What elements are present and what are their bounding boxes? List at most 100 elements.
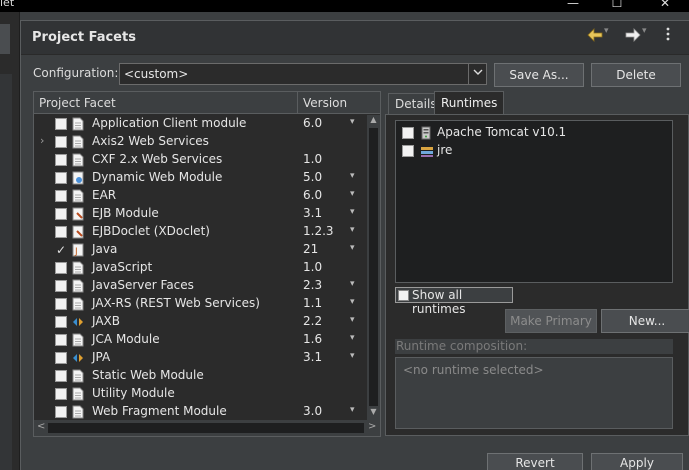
make-primary-button[interactable]: Make Primary [505,309,597,333]
arrow-left-icon[interactable] [587,28,603,46]
chevron-down-icon[interactable]: ▾ [350,333,355,343]
facet-checkbox[interactable] [55,352,67,364]
scroll-left-icon[interactable]: < [37,421,45,432]
facet-version[interactable]: 1.6 [303,332,322,346]
facet-version[interactable]: 1.0 [303,152,322,166]
table-row[interactable]: JavaServer Faces 2.3 ▾ [34,277,367,295]
close-window-button[interactable]: ✕ [650,0,680,10]
chevron-down-icon[interactable]: ▾ [350,243,355,253]
table-row[interactable]: Dynamic Web Module 5.0 ▾ [34,169,367,187]
show-all-runtimes-checkbox[interactable]: Show all runtimes [395,287,513,316]
facet-version[interactable]: 2.3 [303,278,322,292]
facet-checkbox[interactable] [55,118,67,130]
vertical-scrollbar[interactable]: ▲ ▼ [367,115,380,420]
chevron-down-icon[interactable]: ▾ [350,351,355,361]
facet-checkbox[interactable] [55,154,67,166]
chevron-down-icon[interactable]: ▾ [642,26,647,36]
facet-version[interactable]: 5.0 [303,170,322,184]
facet-checkbox[interactable] [55,280,67,292]
facet-checkbox[interactable] [55,172,67,184]
facet-version[interactable]: 21 [303,242,318,256]
scroll-right-icon[interactable]: > [368,421,376,432]
facet-version[interactable]: 3.1 [303,350,322,364]
scroll-thumb[interactable] [48,423,364,433]
facet-version[interactable]: 3.0 [303,404,322,418]
configuration-combo[interactable]: <custom> [119,63,487,85]
facet-version[interactable]: 1.0 [303,260,322,274]
scroll-up-icon[interactable]: ▲ [367,115,380,127]
facet-version[interactable]: 2.2 [303,314,322,328]
table-row[interactable]: ✓ J Java 21 ▾ [34,241,367,259]
runtime-checkbox[interactable] [402,127,414,139]
revert-button[interactable]: Revert [487,453,583,470]
column-header-facet[interactable]: Project Facet [39,96,116,110]
column-header-version[interactable]: Version [303,96,347,110]
facet-version[interactable]: 1.1 [303,296,322,310]
facet-checkbox[interactable] [55,262,67,274]
delete-label: Delete [616,68,656,82]
table-row[interactable]: Web Fragment Module 3.0 ▾ [34,403,367,419]
table-row[interactable]: Static Web Module [34,367,367,385]
facet-checkbox[interactable] [55,136,67,148]
facet-checkbox[interactable] [55,190,67,202]
list-item[interactable]: Apache Tomcat v10.1 [396,124,672,142]
table-row[interactable]: CXF 2.x Web Services 1.0 [34,151,367,169]
facet-checkbox[interactable] [55,316,67,328]
chevron-down-icon[interactable] [468,64,486,84]
table-row[interactable]: EJB Module 3.1 ▾ [34,205,367,223]
scroll-down-icon[interactable]: ▼ [367,407,380,419]
table-row[interactable]: JAXB 2.2 ▾ [34,313,367,331]
delete-button[interactable]: Delete [591,63,681,87]
facet-checkbox[interactable] [55,388,67,400]
tab-runtimes[interactable]: Runtimes [434,91,505,115]
minimize-button[interactable]: — [558,0,588,10]
scroll-thumb[interactable] [369,128,378,406]
chevron-right-icon[interactable]: › [40,134,44,147]
chevron-down-icon[interactable]: ▾ [350,207,355,217]
facet-checkbox[interactable]: ✓ [55,244,67,256]
facet-name: Java [92,242,118,256]
facet-version[interactable]: 6.0 [303,188,322,202]
chevron-down-icon[interactable]: ▾ [350,189,355,199]
save-as-button[interactable]: Save As... [494,63,584,87]
facet-version[interactable]: 6.0 [303,116,322,130]
sidebar-tab[interactable] [0,24,10,54]
facet-checkbox[interactable] [55,334,67,346]
facet-version[interactable]: 1.2.3 [303,224,334,238]
facet-checkbox[interactable] [55,406,67,418]
chevron-down-icon[interactable]: ▾ [350,297,355,307]
table-row[interactable]: Application Client module 6.0 ▾ [34,115,367,133]
apply-button[interactable]: Apply [591,453,683,470]
table-row[interactable]: JavaScript 1.0 [34,259,367,277]
facet-checkbox[interactable] [55,370,67,382]
chevron-down-icon[interactable]: ▾ [350,405,355,415]
table-row[interactable]: JCA Module 1.6 ▾ [34,331,367,349]
kebab-icon[interactable] [666,27,670,45]
chevron-down-icon[interactable]: ▾ [350,279,355,289]
horizontal-scrollbar[interactable]: < > [34,420,380,436]
facet-checkbox[interactable] [55,298,67,310]
runtime-checkbox[interactable] [402,145,414,157]
chevron-down-icon[interactable]: ▾ [350,315,355,325]
table-row[interactable]: EAR 6.0 ▾ [34,187,367,205]
column-separator[interactable] [297,92,298,114]
chevron-down-icon[interactable]: ▾ [350,225,355,235]
tab-details-label: Details [395,97,437,111]
facet-checkbox[interactable] [55,226,67,238]
checkbox-box[interactable] [398,290,409,301]
facet-checkbox[interactable] [55,208,67,220]
chevron-down-icon[interactable]: ▾ [604,26,609,36]
table-row[interactable]: JAX-RS (REST Web Services) 1.1 ▾ [34,295,367,313]
maximize-button[interactable]: ☐ [602,0,632,10]
list-item[interactable]: jre [396,142,672,160]
table-row[interactable]: JPA 3.1 ▾ [34,349,367,367]
new-runtime-button[interactable]: New... [601,309,689,333]
table-row[interactable]: › Axis2 Web Services [34,133,367,151]
chevron-down-icon[interactable]: ▾ [350,117,355,127]
facet-name: JPA [92,350,111,364]
table-row[interactable]: Utility Module [34,385,367,403]
chevron-down-icon[interactable]: ▾ [350,171,355,181]
table-row[interactable]: EJBDoclet (XDoclet) 1.2.3 ▾ [34,223,367,241]
arrow-right-icon[interactable] [625,28,641,46]
facet-version[interactable]: 3.1 [303,206,322,220]
